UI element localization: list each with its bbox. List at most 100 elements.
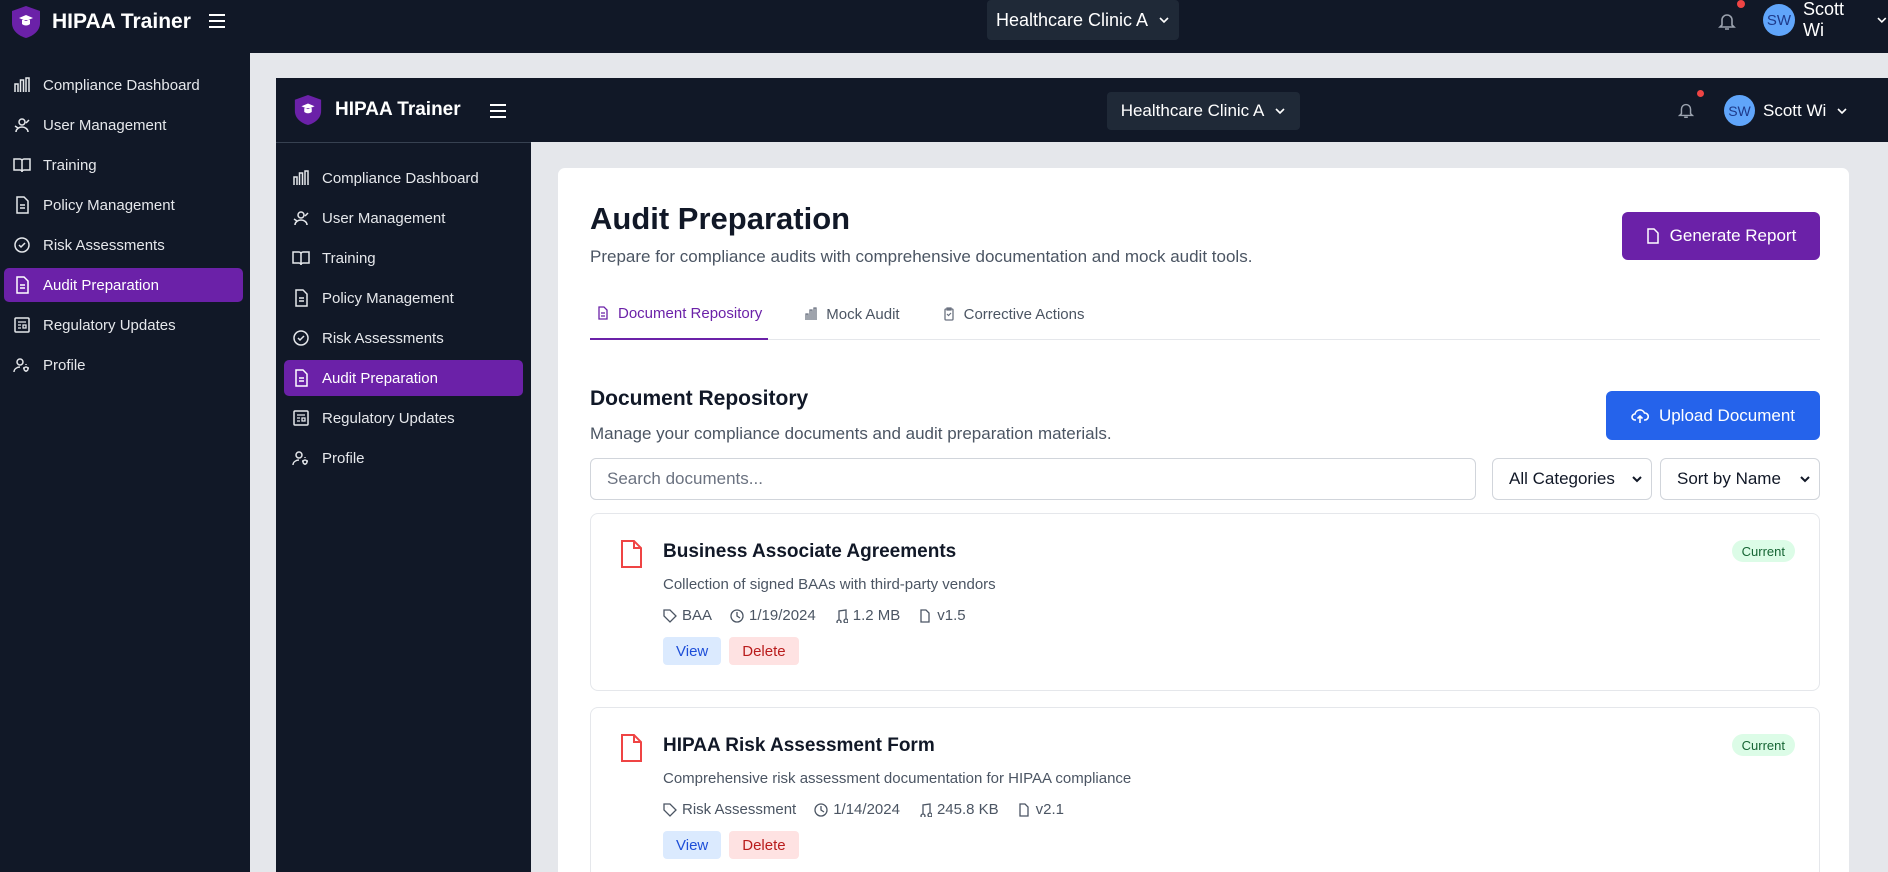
- file-text-icon: [16, 196, 29, 214]
- sidebar-item-label: User Management: [322, 209, 446, 227]
- tab-document-repository[interactable]: Document Repository: [590, 288, 769, 340]
- cloud-upload-icon: [1631, 408, 1649, 423]
- sidebar-item-risk-assessments[interactable]: Risk Assessments: [284, 320, 523, 356]
- file-text-icon: [295, 289, 308, 307]
- sidebar-item-user-management[interactable]: User Management: [284, 200, 523, 236]
- tag-icon: [663, 802, 677, 817]
- section-subtitle: Manage your compliance documents and aud…: [590, 424, 1112, 443]
- book-open-icon: [292, 251, 310, 266]
- tab-corrective-actions[interactable]: Corrective Actions: [936, 288, 1091, 340]
- sidebar-item-label: Compliance Dashboard: [322, 169, 479, 187]
- delete-button[interactable]: Delete: [729, 637, 799, 665]
- document-title: Business Associate Agreements: [663, 541, 957, 562]
- sidebar-item-label: Regulatory Updates: [43, 316, 176, 334]
- sidebar-item-user-management[interactable]: User Management: [4, 108, 243, 142]
- outer-brand[interactable]: HIPAA Trainer: [10, 4, 191, 40]
- outer-sidebar: Compliance Dashboard User Management Tra…: [0, 53, 250, 872]
- sidebar-item-compliance-dashboard[interactable]: Compliance Dashboard: [284, 160, 523, 196]
- tab-label: Mock Audit: [826, 305, 900, 323]
- sidebar-item-training[interactable]: Training: [284, 240, 523, 276]
- hamburger-menu-icon[interactable]: [488, 101, 508, 121]
- clinic-selector-label: Healthcare Clinic A: [1120, 101, 1265, 120]
- sort-select[interactable]: Sort by Name: [1660, 458, 1820, 500]
- hamburger-menu-icon[interactable]: [206, 10, 228, 32]
- sidebar-item-audit-preparation[interactable]: Audit Preparation: [284, 360, 523, 396]
- user-menu[interactable]: Scott Wi: [1763, 95, 1848, 126]
- inner-sidebar: Compliance Dashboard User Management Tra…: [276, 142, 531, 872]
- document-date: 1/14/2024: [814, 801, 900, 818]
- clock-icon: [730, 608, 744, 623]
- sidebar-item-label: Policy Management: [322, 289, 454, 307]
- search-input[interactable]: [590, 458, 1476, 500]
- clinic-selector-label: Healthcare Clinic A: [995, 9, 1149, 30]
- embedded-app-frame: HIPAA Trainer Healthcare Clinic A SW Sco…: [276, 78, 1888, 872]
- file-icon: [295, 369, 308, 387]
- sidebar-item-profile[interactable]: Profile: [4, 348, 243, 382]
- generate-report-button[interactable]: Generate Report: [1622, 212, 1820, 260]
- tab-mock-audit[interactable]: Mock Audit: [798, 288, 905, 340]
- sidebar-item-policy-management[interactable]: Policy Management: [284, 280, 523, 316]
- sidebar-item-risk-assessments[interactable]: Risk Assessments: [4, 228, 243, 262]
- document-card: Business Associate Agreements Collection…: [590, 513, 1820, 691]
- sidebar-item-policy-management[interactable]: Policy Management: [4, 188, 243, 222]
- user-cog-icon: [13, 358, 29, 373]
- sidebar-item-compliance-dashboard[interactable]: Compliance Dashboard: [4, 68, 243, 102]
- user-name: Scott Wi: [1803, 0, 1845, 40]
- delete-button[interactable]: Delete: [729, 831, 799, 859]
- clinic-selector[interactable]: Healthcare Clinic A: [987, 0, 1179, 40]
- document-actions: View Delete: [663, 637, 799, 665]
- tag-icon: [663, 608, 677, 623]
- clinic-selector[interactable]: Healthcare Clinic A: [1107, 92, 1300, 130]
- notification-dot: [1697, 90, 1704, 97]
- avatar[interactable]: SW: [1724, 95, 1755, 126]
- category-select[interactable]: All Categories: [1492, 458, 1652, 500]
- document-category: BAA: [663, 607, 712, 624]
- music-note-icon: [920, 802, 932, 817]
- section-title: Document Repository: [590, 387, 809, 410]
- clipboard-icon: [943, 307, 954, 321]
- avatar[interactable]: SW: [1763, 4, 1795, 36]
- book-open-icon: [13, 158, 31, 173]
- sidebar-item-audit-preparation[interactable]: Audit Preparation: [4, 268, 243, 302]
- chevron-down-icon: [1159, 17, 1169, 24]
- bar-chart-icon: [805, 307, 817, 320]
- file-icon: [1019, 802, 1029, 817]
- sidebar-item-label: Profile: [322, 449, 365, 467]
- user-cog-icon: [292, 451, 308, 466]
- app-title: HIPAA Trainer: [52, 10, 191, 33]
- chevron-down-icon: [1800, 476, 1810, 483]
- document-description: Collection of signed BAAs with third-par…: [663, 576, 996, 593]
- category-select-value: All Categories: [1509, 469, 1615, 488]
- sidebar-item-label: Policy Management: [43, 196, 175, 214]
- sidebar-item-label: Regulatory Updates: [322, 409, 455, 427]
- bell-icon[interactable]: [1676, 100, 1696, 120]
- file-text-icon: [598, 306, 608, 320]
- newspaper-icon: [14, 317, 30, 333]
- sidebar-item-profile[interactable]: Profile: [284, 440, 523, 476]
- document-version: v2.1: [1017, 801, 1064, 818]
- sidebar-item-regulatory-updates[interactable]: Regulatory Updates: [284, 400, 523, 436]
- inner-brand[interactable]: HIPAA Trainer: [293, 94, 461, 126]
- tab-bar: Document Repository Mock Audit Correctiv…: [590, 288, 1820, 340]
- view-button[interactable]: View: [663, 831, 722, 859]
- generate-report-label: Generate Report: [1669, 226, 1797, 245]
- upload-document-button[interactable]: Upload Document: [1606, 391, 1820, 440]
- document-size: 245.8 KB: [918, 801, 999, 818]
- sidebar-item-label: Risk Assessments: [43, 236, 165, 254]
- page-title: Audit Preparation: [590, 201, 851, 236]
- chevron-down-icon: [1837, 107, 1847, 114]
- document-version-value: v2.1: [1035, 801, 1065, 818]
- document-date-value: 1/19/2024: [749, 607, 816, 624]
- upload-document-label: Upload Document: [1658, 405, 1796, 425]
- sidebar-item-regulatory-updates[interactable]: Regulatory Updates: [4, 308, 243, 342]
- document-file-icon: [621, 540, 642, 568]
- user-menu[interactable]: Scott Wi: [1803, 0, 1888, 40]
- users-icon: [293, 211, 309, 226]
- status-badge: Current: [1731, 540, 1795, 562]
- view-button[interactable]: View: [663, 637, 722, 665]
- bell-icon[interactable]: [1716, 10, 1738, 32]
- app-title: HIPAA Trainer: [335, 99, 461, 120]
- sidebar-item-training[interactable]: Training: [4, 148, 243, 182]
- document-date: 1/19/2024: [730, 607, 816, 624]
- sidebar-item-label: Risk Assessments: [322, 329, 444, 347]
